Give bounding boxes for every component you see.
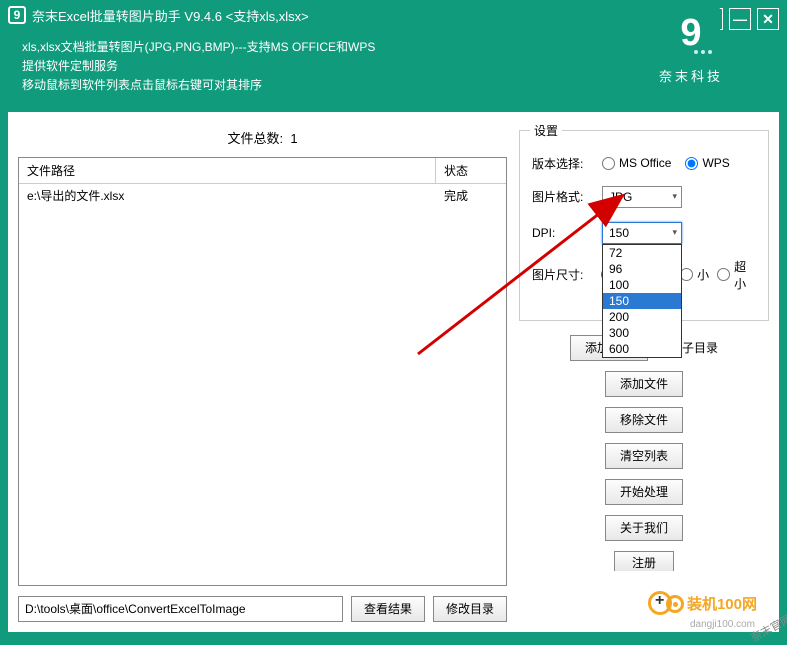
radio-size-small[interactable]: 小 <box>680 266 709 283</box>
brand-name: 奈末科技 <box>655 66 727 85</box>
watermark-url: dangji100.com <box>690 619 755 630</box>
dpi-label: DPI: <box>532 226 602 240</box>
dpi-option-72[interactable]: 72 <box>603 245 681 261</box>
format-label: 图片格式: <box>532 188 602 205</box>
radio-size-xsmall[interactable]: 超小 <box>717 258 756 292</box>
dpi-select[interactable]: 150 ▾ <box>602 222 682 244</box>
view-result-button[interactable]: 查看结果 <box>351 596 425 622</box>
register-button[interactable]: 注册 <box>614 551 674 571</box>
dpi-dropdown[interactable]: 72 96 100 150 200 300 600 <box>602 244 682 358</box>
file-count-value: 1 <box>290 131 297 146</box>
version-label: 版本选择: <box>532 155 602 172</box>
table-row[interactable]: e:\导出的文件.xlsx 完成 <box>19 184 506 207</box>
output-path-input[interactable] <box>18 596 343 622</box>
about-button[interactable]: 关于我们 <box>605 515 683 541</box>
minimize-button[interactable]: — <box>729 8 751 30</box>
cell-status: 完成 <box>436 184 506 207</box>
settings-legend: 设置 <box>530 122 562 139</box>
size-label: 图片尺寸: <box>532 266 601 283</box>
header-line-2: 提供软件定制服务 <box>22 57 765 76</box>
close-button[interactable]: ✕ <box>757 8 779 30</box>
app-icon: 9 <box>8 6 26 24</box>
add-file-button[interactable]: 添加文件 <box>605 371 683 397</box>
dpi-option-600[interactable]: 600 <box>603 341 681 357</box>
dpi-option-96[interactable]: 96 <box>603 261 681 277</box>
col-path[interactable]: 文件路径 <box>19 158 436 183</box>
radio-wps[interactable]: WPS <box>685 156 729 170</box>
remove-file-button[interactable]: 移除文件 <box>605 407 683 433</box>
header-line-1: xls,xlsx文档批量转图片(JPG,PNG,BMP)---支持MS OFFI… <box>22 38 765 57</box>
app-title: 奈末Excel批量转图片助手 V9.4.6 <支持xls,xlsx> <box>32 6 309 25</box>
watermark-logo: 装机100网 <box>648 591 757 620</box>
dpi-option-100[interactable]: 100 <box>603 277 681 293</box>
cell-path: e:\导出的文件.xlsx <box>19 184 436 207</box>
radio-ms-office[interactable]: MS Office <box>602 156 671 170</box>
header-line-3: 移动鼠标到软件列表点击鼠标右键可对其排序 <box>22 76 765 95</box>
format-select[interactable]: JPG ▾ <box>602 186 682 208</box>
file-count-label: 文件总数: <box>227 131 283 146</box>
clear-list-button[interactable]: 清空列表 <box>605 443 683 469</box>
chevron-down-icon: ▾ <box>672 227 677 238</box>
chevron-down-icon: ▾ <box>672 191 677 202</box>
dpi-option-200[interactable]: 200 <box>603 309 681 325</box>
dpi-option-150[interactable]: 150 <box>603 293 681 309</box>
start-button[interactable]: 开始处理 <box>605 479 683 505</box>
dpi-option-300[interactable]: 300 <box>603 325 681 341</box>
modify-dir-button[interactable]: 修改目录 <box>433 596 507 622</box>
col-status[interactable]: 状态 <box>436 158 506 183</box>
brand-logo: 9 奈末科技 <box>655 4 727 85</box>
file-table[interactable]: 文件路径 状态 e:\导出的文件.xlsx 完成 <box>18 157 507 586</box>
